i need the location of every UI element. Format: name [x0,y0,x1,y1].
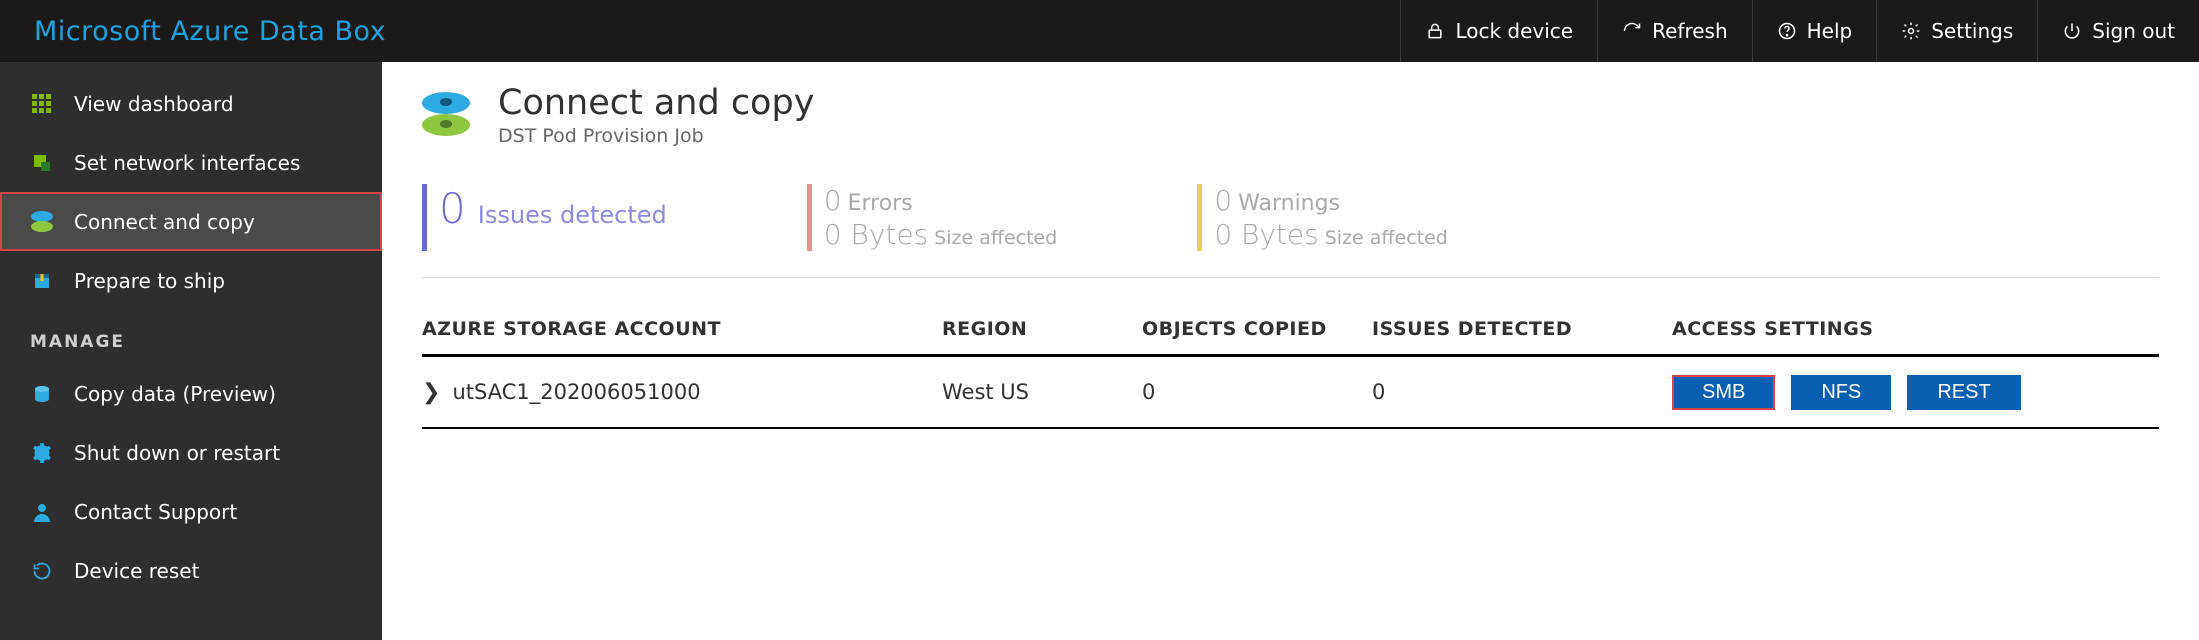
signout-label: Sign out [2092,19,2175,43]
lock-icon [1425,21,1445,41]
brand: Microsoft Azure Data Box [0,0,386,62]
sidebar-item-label: Copy data (Preview) [74,382,276,406]
refresh-button[interactable]: Refresh [1597,0,1752,62]
grid-icon [30,92,54,116]
storage-table: AZURE STORAGE ACCOUNT REGION OBJECTS COP… [422,318,2159,429]
refresh-icon [1622,21,1642,41]
stat-warnings-label: Warnings [1238,191,1340,216]
settings-button[interactable]: Settings [1876,0,2037,62]
stat-warnings-sub: Size affected [1325,227,1448,249]
col-access: ACCESS SETTINGS [1672,318,2159,340]
topbar: Microsoft Azure Data Box Lock device Ref… [0,0,2199,62]
sidebar-item-prepare-ship[interactable]: Prepare to ship [0,251,382,310]
sidebar: View dashboard Set network interfaces Co… [0,62,382,640]
cell-region: West US [942,380,1142,404]
col-region: REGION [942,318,1142,340]
gear-icon [1901,21,1921,41]
signout-button[interactable]: Sign out [2037,0,2199,62]
col-account: AZURE STORAGE ACCOUNT [422,318,942,340]
col-objects: OBJECTS COPIED [1142,318,1372,340]
gear-icon [30,441,54,465]
sidebar-item-label: View dashboard [74,92,234,116]
help-icon [1777,21,1797,41]
cell-objects: 0 [1142,380,1372,404]
main-panel: Connect and copy DST Pod Provision Job 0… [382,62,2199,640]
sidebar-item-label: Device reset [74,559,199,583]
page-header: Connect and copy DST Pod Provision Job [422,76,2159,154]
nfs-button[interactable]: NFS [1791,375,1891,410]
page-title: Connect and copy [498,83,814,123]
cell-account: utSAC1_202006051000 [452,380,700,404]
help-button[interactable]: Help [1752,0,1877,62]
network-icon [30,151,54,175]
sidebar-item-label: Set network interfaces [74,151,300,175]
help-label: Help [1807,19,1853,43]
col-issues: ISSUES DETECTED [1372,318,1672,340]
refresh-label: Refresh [1652,19,1728,43]
cell-issues: 0 [1372,380,1672,404]
rest-button[interactable]: REST [1907,375,2020,410]
stat-issues-count: 0 [439,184,466,233]
disc-icon [422,92,470,138]
smb-button[interactable]: SMB [1672,375,1775,410]
page-subtitle: DST Pod Provision Job [498,125,814,147]
sidebar-item-label: Shut down or restart [74,441,280,465]
stat-issues-label: Issues detected [478,201,667,229]
settings-label: Settings [1931,19,2013,43]
power-icon [2062,21,2082,41]
sidebar-item-shutdown[interactable]: Shut down or restart [0,423,382,482]
top-actions: Lock device Refresh Help Settings Sign o… [1400,0,2199,62]
stat-errors-bytes: 0 Bytes [824,218,928,252]
sidebar-item-label: Prepare to ship [74,269,225,293]
database-icon [30,382,54,406]
chevron-right-icon[interactable]: ❯ [422,380,440,405]
table-row: ❯ utSAC1_202006051000 West US 0 0 SMB NF… [422,357,2159,429]
sidebar-item-reset[interactable]: Device reset [0,541,382,600]
stat-errors-sub: Size affected [934,227,1057,249]
sidebar-item-copy-data[interactable]: Copy data (Preview) [0,364,382,423]
table-header: AZURE STORAGE ACCOUNT REGION OBJECTS COP… [422,318,2159,357]
lock-device-button[interactable]: Lock device [1400,0,1597,62]
stat-errors-label: Errors [848,191,913,216]
lock-device-label: Lock device [1455,19,1573,43]
sidebar-item-network[interactable]: Set network interfaces [0,133,382,192]
stat-errors: 0Errors 0 Bytes Size affected [807,184,1058,251]
stat-warnings-bytes: 0 Bytes [1214,218,1318,252]
stat-warnings-count: 0 [1214,184,1232,218]
access-buttons: SMB NFS REST [1672,375,2159,410]
sidebar-item-label: Contact Support [74,500,237,524]
stats-row: 0 Issues detected 0Errors 0 BytesSize af… [422,184,2159,278]
disc-icon [30,210,54,234]
stat-warnings: 0Warnings 0 Bytes Size affected [1197,184,1448,251]
package-icon [30,269,54,293]
sidebar-item-support[interactable]: Contact Support [0,482,382,541]
stat-errors-count: 0 [824,184,842,218]
sidebar-item-dashboard[interactable]: View dashboard [0,74,382,133]
sidebar-section-manage: MANAGE [0,310,382,364]
reset-icon [30,559,54,583]
sidebar-item-connect-copy[interactable]: Connect and copy [0,192,382,251]
sidebar-item-label: Connect and copy [74,210,255,234]
stat-issues: 0 Issues detected [422,184,667,251]
person-icon [30,500,54,524]
